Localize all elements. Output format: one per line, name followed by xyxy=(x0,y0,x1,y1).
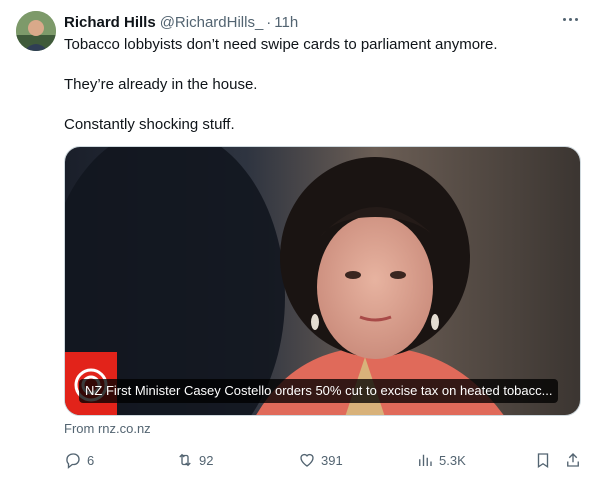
action-bar: 6 92 391 5.3K xyxy=(64,449,584,471)
avatar[interactable] xyxy=(16,11,56,51)
author-handle[interactable]: @RichardHills_ xyxy=(160,14,264,31)
tweet-time[interactable]: 11h xyxy=(274,14,298,31)
tweet-line: Tobacco lobbyists don’t need swipe cards… xyxy=(64,36,498,53)
repost-icon xyxy=(179,453,191,467)
share-icon xyxy=(567,453,579,467)
avatar-image xyxy=(16,11,56,51)
media-caption: NZ First Minister Casey Costello orders … xyxy=(79,379,559,403)
article-image xyxy=(65,147,580,415)
share-button[interactable] xyxy=(564,449,582,471)
reply-count: 6 xyxy=(87,452,95,468)
like-button[interactable]: 391 xyxy=(298,449,343,471)
views-icon xyxy=(419,454,432,466)
views-count: 5.3K xyxy=(439,452,466,468)
tweet-header: Richard Hills @RichardHills_ · 11h xyxy=(64,12,577,32)
more-icon[interactable] xyxy=(561,10,579,28)
tweet-line: They’re already in the house. xyxy=(64,76,258,93)
bookmark-icon xyxy=(537,453,549,469)
repost-button[interactable]: 92 xyxy=(176,449,213,471)
media-card[interactable]: NZ First Minister Casey Costello orders … xyxy=(64,146,581,416)
reply-button[interactable]: 6 xyxy=(64,449,94,471)
views-button[interactable]: 5.3K xyxy=(416,449,466,471)
heart-icon xyxy=(300,453,314,467)
link-source[interactable]: From rnz.co.nz xyxy=(64,421,151,436)
tweet-line: Constantly shocking stuff. xyxy=(64,116,235,133)
tweet-text: Tobacco lobbyists don’t need swipe cards… xyxy=(64,35,579,135)
bookmark-button[interactable] xyxy=(534,449,552,471)
like-count: 391 xyxy=(321,452,343,468)
author-name[interactable]: Richard Hills xyxy=(64,14,156,31)
separator-dot: · xyxy=(266,13,272,31)
repost-count: 92 xyxy=(199,452,214,468)
reply-icon xyxy=(66,453,80,469)
